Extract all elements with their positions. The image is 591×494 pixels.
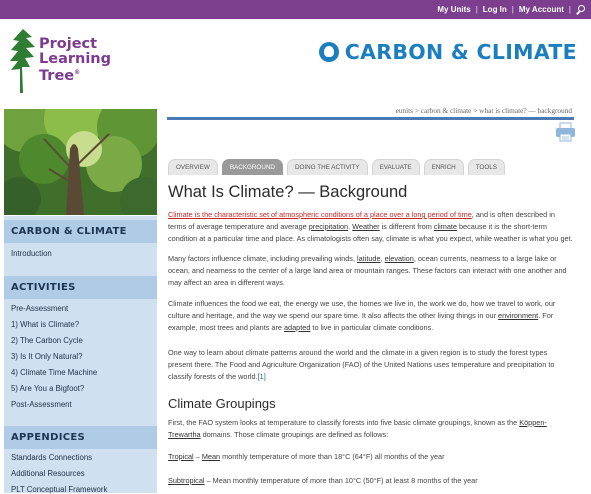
tab-doing-the-activity[interactable]: DOING THE ACTIVITY bbox=[286, 159, 368, 175]
glossary-link-weather[interactable]: Weather bbox=[352, 222, 379, 231]
paragraph-groupings: First, the FAO system looks at temperatu… bbox=[168, 418, 547, 439]
plt-logo[interactable]: Project Learning Tree® bbox=[8, 27, 133, 95]
nav-separator: | bbox=[568, 5, 571, 14]
logo-line: Project bbox=[39, 36, 98, 52]
sidebar-item-introduction[interactable]: Introduction bbox=[11, 249, 52, 258]
glossary-link-elevation[interactable]: elevation bbox=[385, 254, 414, 263]
sidebar-item-resources[interactable]: Additional Resources bbox=[11, 469, 85, 478]
site-title: CARBON & CLIMATE bbox=[318, 40, 577, 64]
glossary-link-environment[interactable]: environment bbox=[498, 311, 538, 320]
sidebar-item-only-natural[interactable]: 3) Is It Only Natural? bbox=[11, 352, 83, 361]
log-in-link[interactable]: Log In bbox=[478, 5, 512, 14]
my-units-link[interactable]: My Units bbox=[432, 5, 475, 14]
print-icon[interactable] bbox=[555, 122, 576, 142]
logo-line: Learning bbox=[39, 50, 112, 67]
glossary-link-subtropical[interactable]: Subtropical bbox=[168, 476, 205, 485]
paragraph-subtropical: Subtropical – Mean monthly temperature o… bbox=[168, 476, 478, 485]
paragraph-factors: Many factors influence climate, includin… bbox=[168, 254, 567, 287]
paragraph-influences: Climate influences the food we eat, the … bbox=[168, 299, 556, 332]
logo-line: Tree® bbox=[39, 67, 81, 84]
glossary-link-climate[interactable]: climate bbox=[434, 222, 457, 231]
tab-tools[interactable]: TOOLS bbox=[467, 159, 505, 175]
sidebar: CARBON & CLIMATE Introduction ACTIVITIES… bbox=[4, 216, 157, 494]
sidebar-item-time-machine[interactable]: 4) Climate Time Machine bbox=[11, 368, 97, 377]
section-heading-climate-groupings: Climate Groupings bbox=[168, 396, 276, 411]
glossary-link-mean[interactable]: Mean bbox=[202, 452, 220, 461]
site-title-text: CARBON & CLIMATE bbox=[344, 40, 577, 64]
tree-logo-icon bbox=[10, 29, 35, 93]
sidebar-item-what-is-climate[interactable]: 1) What is Climate? bbox=[11, 320, 79, 329]
sidebar-item-pre-assessment[interactable]: Pre-Assessment bbox=[11, 304, 68, 313]
glossary-link-latitude[interactable]: latitude bbox=[357, 254, 381, 263]
sidebar-item-bigfoot[interactable]: 5) Are You a Bigfoot? bbox=[11, 384, 84, 393]
sidebar-item-standards[interactable]: Standards Connections bbox=[11, 453, 92, 462]
header-rule bbox=[167, 117, 574, 120]
tab-bar: OVERVIEW BACKGROUND DOING THE ACTIVITY E… bbox=[168, 159, 509, 175]
forest-photo bbox=[4, 109, 157, 215]
paragraph-definition: Climate is the characteristic set of atm… bbox=[168, 210, 573, 243]
globe-icon bbox=[318, 42, 339, 62]
glossary-link-precipitation[interactable]: precipitation bbox=[309, 222, 348, 231]
sidebar-heading-appendices: APPENDICES bbox=[4, 426, 157, 449]
registered-mark: ® bbox=[74, 69, 81, 76]
page-title: What Is Climate? — Background bbox=[168, 183, 408, 201]
highlighted-definition: Climate is the characteristic set of atm… bbox=[168, 210, 472, 219]
logo-text: Project Learning Tree® bbox=[39, 37, 111, 83]
footnote-link[interactable]: [1] bbox=[258, 372, 266, 381]
sidebar-item-post-assessment[interactable]: Post-Assessment bbox=[11, 400, 72, 409]
glossary-link-tropical[interactable]: Tropical bbox=[168, 452, 194, 461]
tab-background[interactable]: BACKGROUND bbox=[221, 159, 283, 175]
search-icon[interactable] bbox=[576, 5, 585, 14]
sidebar-heading-activities: ACTIVITIES bbox=[4, 276, 157, 299]
breadcrumb[interactable]: eunits > carbon & climate > what is clim… bbox=[396, 106, 572, 115]
my-account-link[interactable]: My Account bbox=[514, 5, 569, 14]
tab-overview[interactable]: OVERVIEW bbox=[168, 159, 218, 175]
top-nav: My Units | Log In | My Account | bbox=[432, 0, 585, 19]
forest-image bbox=[4, 109, 157, 215]
glossary-link-adapted[interactable]: adapted bbox=[284, 323, 310, 332]
tab-evaluate[interactable]: EVALUATE bbox=[371, 159, 420, 175]
paragraph-tropical: Tropical – Mean monthly temperature of m… bbox=[168, 452, 445, 461]
sidebar-heading-carbon-climate: CARBON & CLIMATE bbox=[4, 220, 157, 243]
top-bar: My Units | Log In | My Account | bbox=[0, 0, 591, 19]
paragraph-forest-types: One way to learn about climate patterns … bbox=[168, 348, 555, 381]
sidebar-item-carbon-cycle[interactable]: 2) The Carbon Cycle bbox=[11, 336, 83, 345]
tab-enrich[interactable]: ENRICH bbox=[423, 159, 464, 175]
